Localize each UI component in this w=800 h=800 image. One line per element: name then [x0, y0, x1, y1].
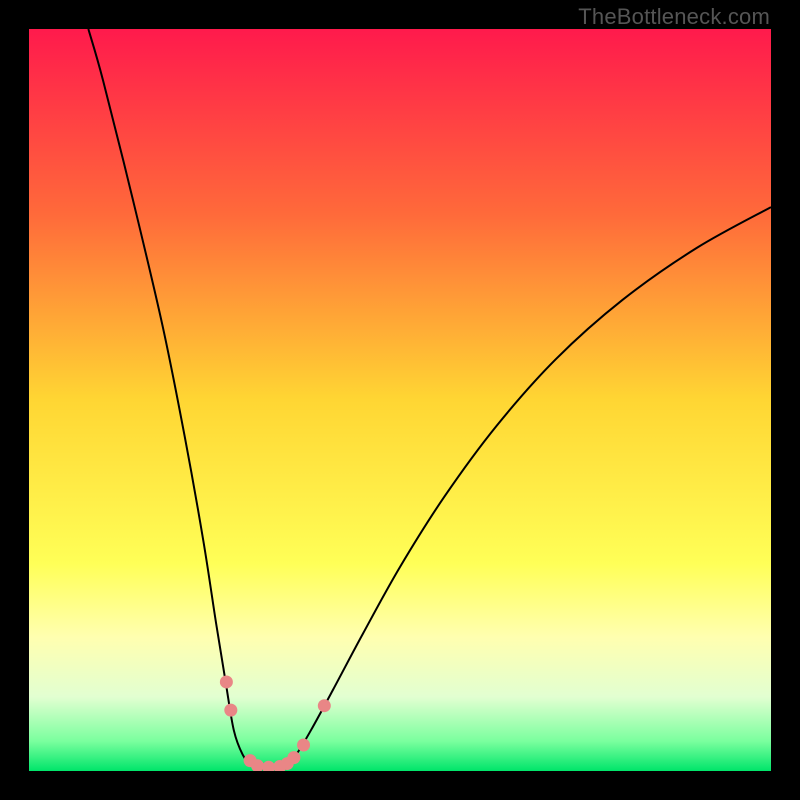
plot-area	[29, 29, 771, 771]
marker-dot	[318, 699, 331, 712]
marker-dot	[287, 751, 300, 764]
main-curve	[88, 29, 771, 769]
watermark-text: TheBottleneck.com	[578, 4, 770, 30]
marker-dot	[220, 675, 233, 688]
marker-dot	[224, 704, 237, 717]
curve-layer	[29, 29, 771, 771]
chart-frame: TheBottleneck.com	[0, 0, 800, 800]
marker-dot	[297, 739, 310, 752]
marker-dot	[262, 761, 275, 771]
